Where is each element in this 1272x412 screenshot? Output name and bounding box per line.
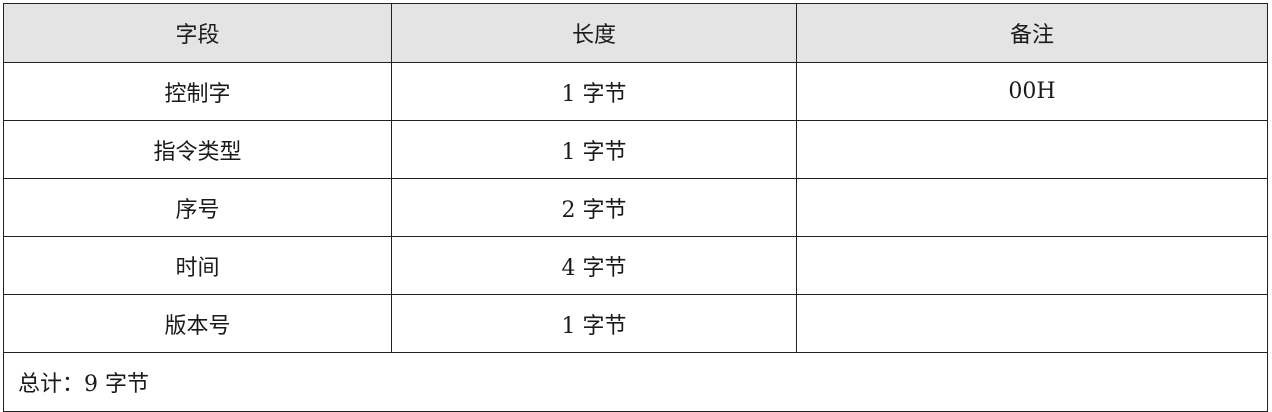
cell-field: 控制字 bbox=[3, 62, 392, 121]
cell-length: 4 字节 bbox=[391, 236, 797, 295]
cell-length: 1 字节 bbox=[391, 120, 797, 179]
cell-note bbox=[796, 236, 1268, 295]
cell-note bbox=[796, 120, 1268, 179]
cell-field: 版本号 bbox=[3, 294, 392, 353]
table-body: 控制字 1 字节 00H 指令类型 1 字节 序号 2 字节 时间 4 字节 版… bbox=[3, 62, 1268, 412]
table-row: 序号 2 字节 bbox=[3, 178, 1268, 237]
cell-length: 2 字节 bbox=[391, 178, 797, 237]
field-length-table: 字段 长度 备注 控制字 1 字节 00H 指令类型 1 字节 序号 2 字节 … bbox=[3, 3, 1268, 412]
cell-field: 序号 bbox=[3, 178, 392, 237]
cell-length: 1 字节 bbox=[391, 294, 797, 353]
cell-note bbox=[796, 294, 1268, 353]
cell-length: 1 字节 bbox=[391, 62, 797, 121]
header-note: 备注 bbox=[796, 3, 1268, 63]
table-row: 指令类型 1 字节 bbox=[3, 120, 1268, 179]
table-row: 版本号 1 字节 bbox=[3, 294, 1268, 353]
total-row: 总计：9 字节 bbox=[3, 352, 1268, 412]
header-row: 字段 长度 备注 bbox=[3, 3, 1268, 63]
total-cell: 总计：9 字节 bbox=[3, 352, 1268, 412]
table-header: 字段 长度 备注 bbox=[3, 3, 1268, 63]
table-row: 控制字 1 字节 00H bbox=[3, 62, 1268, 121]
cell-note: 00H bbox=[796, 62, 1268, 121]
table-row: 时间 4 字节 bbox=[3, 236, 1268, 295]
header-field: 字段 bbox=[3, 3, 392, 63]
cell-field: 时间 bbox=[3, 236, 392, 295]
cell-field: 指令类型 bbox=[3, 120, 392, 179]
cell-note bbox=[796, 178, 1268, 237]
header-length: 长度 bbox=[391, 3, 797, 63]
